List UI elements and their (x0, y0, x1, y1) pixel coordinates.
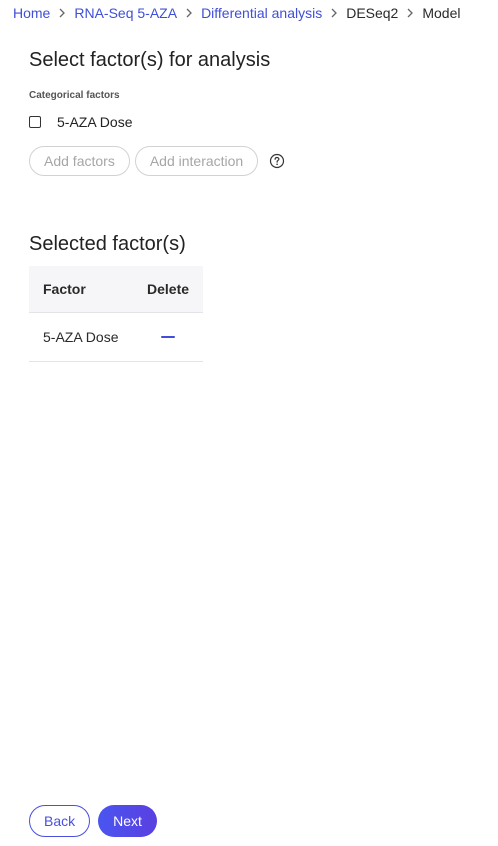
breadcrumb-model: Model (422, 5, 461, 21)
table-header: Factor Delete (29, 266, 203, 313)
chevron-right-icon (398, 8, 422, 18)
breadcrumb-deseq2: DESeq2 (346, 5, 399, 21)
breadcrumb-differential-analysis[interactable]: Differential analysis (201, 5, 322, 21)
footer-actions: Back Next (29, 805, 157, 837)
factor-option-5-aza-dose[interactable]: 5-AZA Dose (29, 113, 132, 131)
table-row: 5-AZA Dose (29, 313, 203, 362)
add-factors-button[interactable]: Add factors (29, 146, 130, 176)
column-header-delete: Delete (147, 281, 190, 297)
breadcrumb: Home RNA-Seq 5-AZA Differential analysis… (13, 4, 461, 22)
selected-factors-table: Factor Delete 5-AZA Dose (29, 266, 203, 362)
model-page: Home RNA-Seq 5-AZA Differential analysis… (0, 0, 498, 846)
chevron-right-icon (177, 8, 201, 18)
breadcrumb-home[interactable]: Home (13, 5, 50, 21)
back-button[interactable]: Back (29, 805, 91, 837)
add-interaction-button[interactable]: Add interaction (134, 146, 259, 176)
factor-checkbox[interactable] (29, 116, 41, 128)
chevron-right-icon (322, 8, 346, 18)
breadcrumb-project[interactable]: RNA-Seq 5-AZA (74, 5, 177, 21)
minus-icon[interactable] (160, 329, 176, 345)
minus-icon-bar (161, 336, 175, 338)
row-delete-cell (147, 329, 203, 345)
factor-actions: Add factors Add interaction (29, 146, 285, 176)
next-button[interactable]: Next (98, 805, 157, 837)
chevron-right-icon (50, 8, 74, 18)
row-factor-name: 5-AZA Dose (43, 329, 119, 345)
selected-factors-title: Selected factor(s) (29, 233, 186, 255)
help-circle-icon[interactable] (269, 153, 285, 169)
column-header-factor: Factor (43, 281, 86, 297)
select-factors-title: Select factor(s) for analysis (29, 49, 271, 71)
categorical-factors-label: Categorical factors (29, 90, 120, 101)
factor-option-label: 5-AZA Dose (57, 114, 133, 130)
